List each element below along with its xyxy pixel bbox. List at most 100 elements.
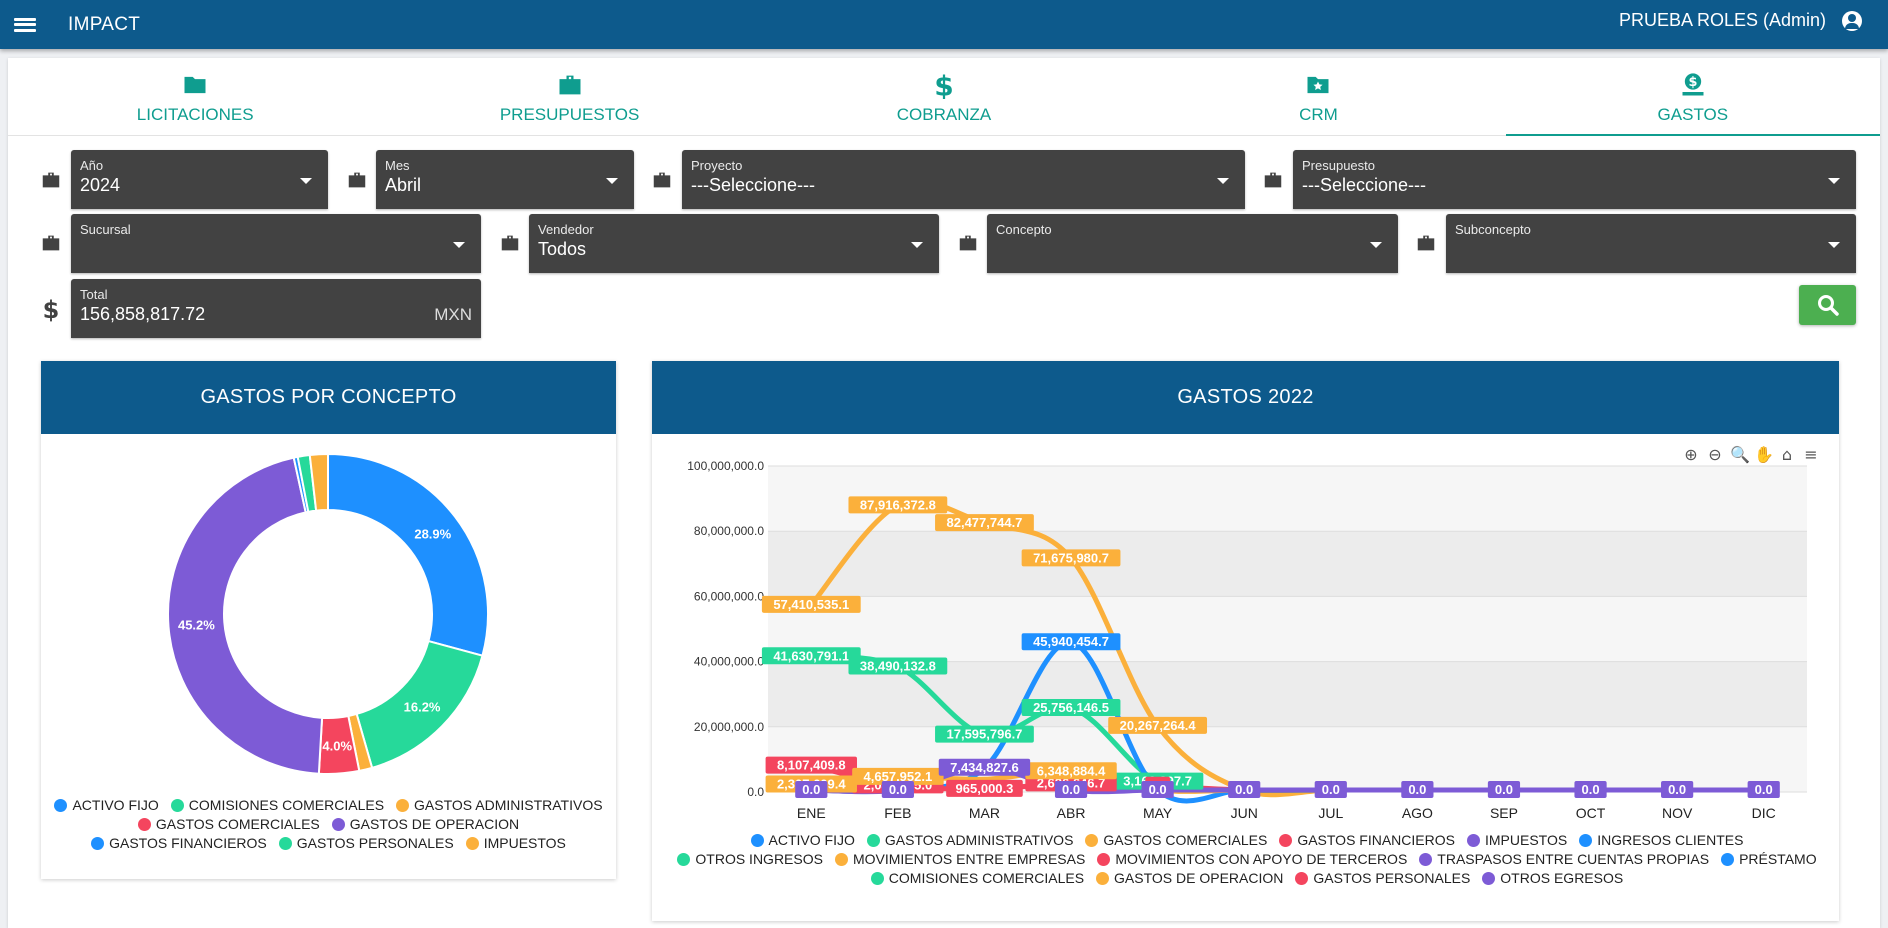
- data-label-text: 0.0: [802, 782, 820, 797]
- data-label-text: 8,107,409.8: [777, 758, 846, 773]
- legend-label: MOVIMIENTOS ENTRE EMPRESAS: [852, 851, 1086, 867]
- total-value: 156,858,817.72: [80, 304, 206, 324]
- account-circle-icon[interactable]: [1842, 11, 1862, 31]
- legend-item[interactable]: OTROS EGRESOS: [1482, 870, 1623, 886]
- legend-label: TRASPASOS ENTRE CUENTAS PROPIAS: [1437, 851, 1710, 867]
- data-label: 0.0: [1661, 781, 1694, 798]
- legend-label: MOVIMIENTOS CON APOYO DE TERCEROS: [1115, 851, 1408, 867]
- legend-item[interactable]: IMPUESTOS: [1466, 832, 1568, 848]
- legend-item[interactable]: PRÉSTAMO: [1721, 851, 1817, 867]
- branch-select[interactable]: Sucursal: [71, 214, 481, 273]
- tab-cobranza[interactable]: $ COBRANZA: [757, 58, 1131, 135]
- legend-label: GASTOS FINANCIEROS: [1297, 832, 1455, 848]
- search-button[interactable]: [1799, 285, 1856, 325]
- svg-text:$: $: [934, 71, 953, 99]
- legend-item[interactable]: IMPUESTOS: [465, 835, 566, 851]
- legend-item[interactable]: GASTOS ADMINISTRATIVOS: [396, 797, 603, 813]
- legend-item[interactable]: MOVIMIENTOS CON APOYO DE TERCEROS: [1097, 851, 1407, 867]
- legend-item[interactable]: COMISIONES COMERCIALES: [870, 870, 1084, 886]
- line-legend: ACTIVO FIJO GASTOS ADMINISTRATIVOS GASTOS …: [672, 832, 1822, 886]
- user-name[interactable]: PRUEBA ROLES (Admin): [1619, 10, 1826, 31]
- legend-item[interactable]: GASTOS PERSONALES: [278, 835, 454, 851]
- x-tick-label: JUL: [1318, 805, 1343, 821]
- legend-item[interactable]: GASTOS FINANCIEROS: [1279, 832, 1455, 848]
- dropdown-arrow-icon: [606, 178, 618, 184]
- legend-item[interactable]: MOVIMIENTOS ENTRE EMPRESAS: [834, 851, 1086, 867]
- data-label-text: 57,410,535.1: [773, 597, 849, 612]
- legend-item[interactable]: GASTOS DE OPERACION: [1096, 870, 1283, 886]
- briefcase-icon: [959, 235, 977, 251]
- legend-item[interactable]: ACTIVO FIJO: [54, 797, 159, 813]
- year-select[interactable]: Año 2024: [71, 150, 328, 209]
- donut-panel: GASTOS POR CONCEPTO 28.9% 16.2% 4.0% 45.2% …: [41, 361, 616, 879]
- legend-label: GASTOS COMERCIALES: [155, 816, 320, 832]
- legend-label: COMISIONES COMERCIALES: [188, 797, 385, 813]
- month-select[interactable]: Mes Abril: [376, 150, 634, 209]
- dropdown-arrow-icon: [1828, 242, 1840, 248]
- legend-item[interactable]: ACTIVO FIJO: [750, 832, 855, 848]
- legend-dot: [870, 871, 884, 885]
- legend-item[interactable]: GASTOS ADMINISTRATIVOS: [866, 832, 1073, 848]
- legend-dot: [677, 852, 691, 866]
- legend-label: ACTIVO FIJO: [72, 797, 159, 813]
- tab-licitaciones[interactable]: LICITACIONES: [8, 58, 382, 135]
- dropdown-arrow-icon: [1828, 178, 1840, 184]
- legend-dot: [54, 798, 68, 812]
- budget-select[interactable]: Presupuesto ---Seleccione---: [1293, 150, 1856, 209]
- legend-item[interactable]: GASTOS PERSONALES: [1295, 870, 1470, 886]
- data-label-text: 17,595,796.7: [947, 727, 1023, 742]
- legend-dot: [1466, 833, 1480, 847]
- data-label: 71,675,980.7: [1021, 549, 1121, 567]
- legend-dot: [1096, 871, 1110, 885]
- field-label: Subconcepto: [1455, 222, 1531, 237]
- x-tick-label: OCT: [1576, 805, 1606, 821]
- legend-item[interactable]: COMISIONES COMERCIALES: [170, 797, 385, 813]
- dropdown-arrow-icon: [1370, 242, 1382, 248]
- field-label: Sucursal: [80, 222, 131, 237]
- data-label: 0.0: [1487, 781, 1521, 798]
- legend-label: GASTOS FINANCIEROS: [109, 835, 267, 851]
- project-select[interactable]: Proyecto ---Seleccione---: [682, 150, 1245, 209]
- legend-label: GASTOS DE OPERACION: [1114, 870, 1284, 886]
- legend-item[interactable]: GASTOS COMERCIALES: [1085, 832, 1267, 848]
- legend-label: IMPUESTOS: [1484, 832, 1568, 848]
- data-label: 0.0: [881, 781, 914, 798]
- search-icon: [1817, 295, 1839, 316]
- dropdown-arrow-icon: [1217, 178, 1229, 184]
- donut-slice[interactable]: [327, 452, 489, 657]
- seller-select[interactable]: Vendedor Todos: [529, 214, 939, 273]
- tab-crm[interactable]: CRM: [1131, 58, 1505, 135]
- app-title: IMPACT: [68, 13, 141, 35]
- data-label-text: 82,477,744.7: [947, 515, 1023, 530]
- data-label-text: 965,000.3: [956, 781, 1014, 796]
- subconcept-select[interactable]: Subconcepto: [1446, 214, 1856, 273]
- tab-gastos[interactable]: $ GASTOS: [1505, 58, 1881, 136]
- concept-select[interactable]: Concepto: [987, 214, 1398, 273]
- data-label-text: 0.0: [1668, 782, 1686, 797]
- x-tick-label: ABR: [1057, 805, 1086, 821]
- legend-label: GASTOS COMERCIALES: [1103, 832, 1268, 848]
- donut-legend: ACTIVO FIJO COMISIONES COMERCIALES GASTOS …: [51, 797, 606, 851]
- hamburger-menu-icon[interactable]: [14, 16, 36, 34]
- data-label: 8,107,409.8: [765, 756, 857, 774]
- legend-item[interactable]: OTROS INGRESOS: [677, 851, 823, 867]
- legend-item[interactable]: GASTOS FINANCIEROS: [91, 835, 267, 851]
- line-title: GASTOS 2022: [652, 361, 1839, 434]
- y-tick-label: 0.0: [747, 785, 764, 799]
- data-label: 0.0: [1228, 781, 1261, 798]
- legend-dot: [1097, 852, 1111, 866]
- tab-presupuestos[interactable]: PRESUPUESTOS: [382, 58, 756, 135]
- donut-slice-label: 28.9%: [414, 527, 451, 542]
- legend-item[interactable]: INGRESOS CLIENTES: [1579, 832, 1743, 848]
- legend-item[interactable]: GASTOS COMERCIALES: [137, 816, 320, 832]
- legend-item[interactable]: TRASPASOS ENTRE CUENTAS PROPIAS: [1419, 851, 1709, 867]
- legend-label: OTROS EGRESOS: [1500, 870, 1624, 886]
- data-label-text: 71,675,980.7: [1033, 550, 1109, 565]
- legend-item[interactable]: GASTOS DE OPERACION: [331, 816, 519, 832]
- legend-dot: [1721, 852, 1735, 866]
- currency-suffix: MXN: [434, 305, 472, 324]
- data-label-text: 0.0: [1235, 782, 1253, 797]
- donut-slice-label: 4.0%: [322, 739, 352, 754]
- data-label-text: 87,916,372.8: [860, 497, 936, 512]
- donut-slice[interactable]: [167, 456, 324, 775]
